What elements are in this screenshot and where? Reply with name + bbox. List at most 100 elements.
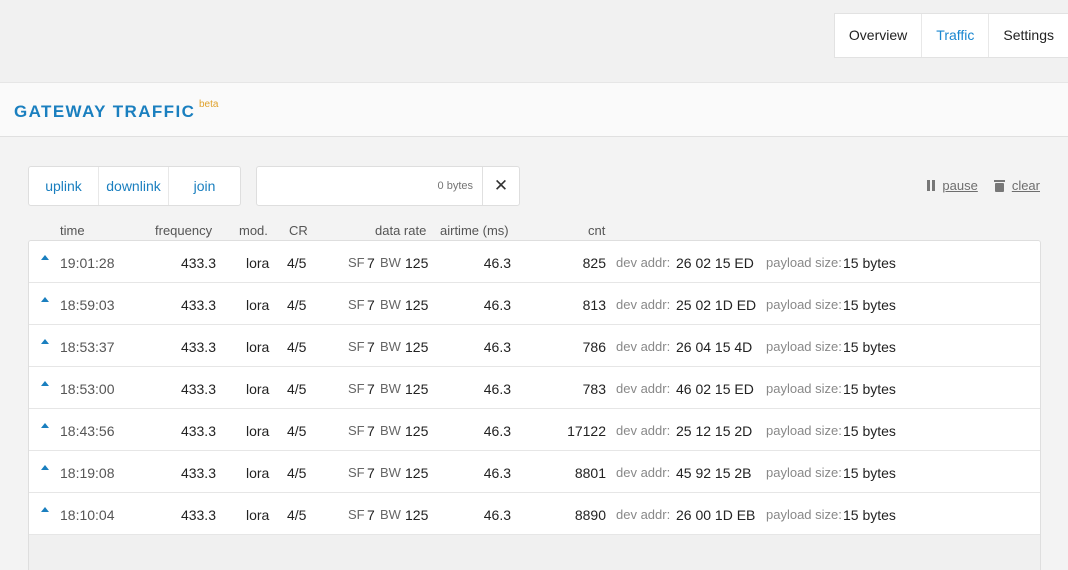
row-cr: 4/5 — [287, 255, 307, 271]
row-payload-size: 15 bytes — [843, 507, 896, 523]
row-cr: 4/5 — [287, 381, 307, 397]
row-time: 18:19:08 — [60, 465, 115, 481]
table-row[interactable]: 18:53:37 433.3 lora 4/5 SF 7 BW 125 46.3 786 dev a… — [29, 325, 1040, 367]
row-payload-size: 15 bytes — [843, 297, 896, 313]
uplink-arrow-icon — [41, 297, 49, 302]
dev-addr-label: dev addr: — [616, 423, 671, 438]
row-sf: 7 — [367, 297, 375, 313]
dev-addr-label: dev addr: — [616, 465, 671, 480]
payload-size-label: payload size: — [766, 423, 842, 438]
sf-label: SF — [348, 381, 365, 396]
col-cr: CR — [289, 223, 308, 238]
bytes-filter-input[interactable] — [257, 167, 483, 205]
row-bw: 125 — [405, 255, 429, 271]
row-airtime: 46.3 — [483, 507, 511, 523]
table-row[interactable]: 18:53:00 433.3 lora 4/5 SF 7 BW 125 46.3 783 dev a… — [29, 367, 1040, 409]
row-dev-addr: 26 00 1D EB — [676, 507, 756, 523]
row-dev-addr: 25 02 1D ED — [676, 297, 757, 313]
row-cr: 4/5 — [287, 465, 307, 481]
row-payload-size: 15 bytes — [843, 423, 896, 439]
row-airtime: 46.3 — [483, 297, 511, 313]
col-mod: mod. — [239, 223, 268, 238]
row-mod: lora — [246, 423, 270, 439]
row-cnt: 813 — [582, 297, 606, 313]
row-airtime: 46.3 — [483, 381, 511, 397]
bw-label: BW — [380, 297, 401, 312]
row-mod: lora — [246, 255, 270, 271]
row-cr: 4/5 — [287, 339, 307, 355]
row-cr: 4/5 — [287, 507, 307, 523]
dev-addr-label: dev addr: — [616, 507, 671, 522]
filter-join-button[interactable]: join — [169, 167, 240, 205]
title-bar: GATEWAY TRAFFIC beta — [0, 82, 1068, 137]
row-time: 19:01:28 — [60, 255, 115, 271]
sf-label: SF — [348, 255, 365, 270]
row-frequency: 433.3 — [180, 507, 216, 523]
row-mod: lora — [246, 381, 270, 397]
tab-settings[interactable]: Settings — [989, 14, 1068, 57]
row-airtime: 46.3 — [483, 465, 511, 481]
row-sf: 7 — [367, 255, 375, 271]
row-mod: lora — [246, 465, 270, 481]
row-frequency: 433.3 — [180, 255, 216, 271]
table-row[interactable]: 18:59:03 433.3 lora 4/5 SF 7 BW 125 46.3 813 dev a… — [29, 283, 1040, 325]
page-title: GATEWAY TRAFFIC — [14, 102, 196, 121]
row-mod: lora — [246, 339, 270, 355]
row-sf: 7 — [367, 423, 375, 439]
table-row[interactable]: 18:10:04 433.3 lora 4/5 SF 7 BW 125 46.3 8890 dev … — [29, 493, 1040, 535]
row-airtime: 46.3 — [483, 255, 511, 271]
bw-label: BW — [380, 507, 401, 522]
row-cnt: 8801 — [574, 465, 606, 481]
bw-label: BW — [380, 255, 401, 270]
row-frequency: 433.3 — [180, 339, 216, 355]
pause-button[interactable]: pause — [927, 178, 978, 193]
row-dev-addr: 25 12 15 2D — [676, 423, 753, 439]
row-payload-size: 15 bytes — [843, 465, 896, 481]
tab-overview[interactable]: Overview — [835, 14, 923, 57]
dev-addr-label: dev addr: — [616, 381, 671, 396]
direction-filter-group: uplink downlink join — [28, 166, 241, 206]
sf-label: SF — [348, 465, 365, 480]
row-cnt: 783 — [582, 381, 606, 397]
clear-button[interactable]: clear — [993, 178, 1040, 193]
tab-traffic[interactable]: Traffic — [922, 14, 990, 57]
row-mod: lora — [246, 507, 270, 523]
row-cnt: 825 — [582, 255, 606, 271]
row-payload-size: 15 bytes — [843, 339, 896, 355]
row-sf: 7 — [367, 465, 375, 481]
filter-uplink-button[interactable]: uplink — [29, 167, 99, 205]
payload-size-label: payload size: — [766, 255, 842, 270]
col-frequency: frequency — [155, 223, 213, 238]
payload-size-label: payload size: — [766, 339, 842, 354]
row-dev-addr: 26 04 15 4D — [676, 339, 753, 355]
row-bw: 125 — [405, 423, 429, 439]
pause-label: pause — [942, 178, 978, 193]
row-bw: 125 — [405, 297, 429, 313]
row-payload-size: 15 bytes — [843, 255, 896, 271]
bw-label: BW — [380, 339, 401, 354]
bw-label: BW — [380, 423, 401, 438]
nav-tabs: Overview Traffic Settings — [833, 13, 1068, 58]
row-cnt: 8890 — [574, 507, 606, 523]
row-dev-addr: 45 92 15 2B — [676, 465, 752, 481]
uplink-arrow-icon — [41, 465, 49, 470]
row-time: 18:59:03 — [60, 297, 115, 313]
table-row[interactable]: 19:01:28 433.3 lora 4/5 SF 7 BW 125 46.3 825 dev a… — [29, 241, 1040, 283]
table-row[interactable]: 18:19:08 433.3 lora 4/5 SF 7 BW 125 46.3 8801 dev … — [29, 451, 1040, 493]
row-frequency: 433.3 — [180, 297, 216, 313]
filter-downlink-button[interactable]: downlink — [99, 167, 169, 205]
dev-addr-label: dev addr: — [616, 255, 671, 270]
close-icon[interactable]: ✕ — [482, 167, 519, 205]
table-row[interactable]: 18:43:56 433.3 lora 4/5 SF 7 BW 125 46.3 17122 dev… — [29, 409, 1040, 451]
dev-addr-label: dev addr: — [616, 297, 671, 312]
col-cnt: cnt — [588, 223, 606, 238]
row-mod: lora — [246, 297, 270, 313]
uplink-arrow-icon — [41, 339, 49, 344]
payload-size-label: payload size: — [766, 381, 842, 396]
col-airtime: airtime (ms) — [440, 223, 509, 238]
bytes-filter: ✕ — [256, 166, 520, 206]
row-frequency: 433.3 — [180, 423, 216, 439]
row-cnt: 17122 — [567, 423, 606, 439]
row-bw: 125 — [405, 507, 429, 523]
traffic-list: 19:01:28 433.3 lora 4/5 SF 7 BW 125 46.3 825 dev a… — [28, 240, 1041, 570]
